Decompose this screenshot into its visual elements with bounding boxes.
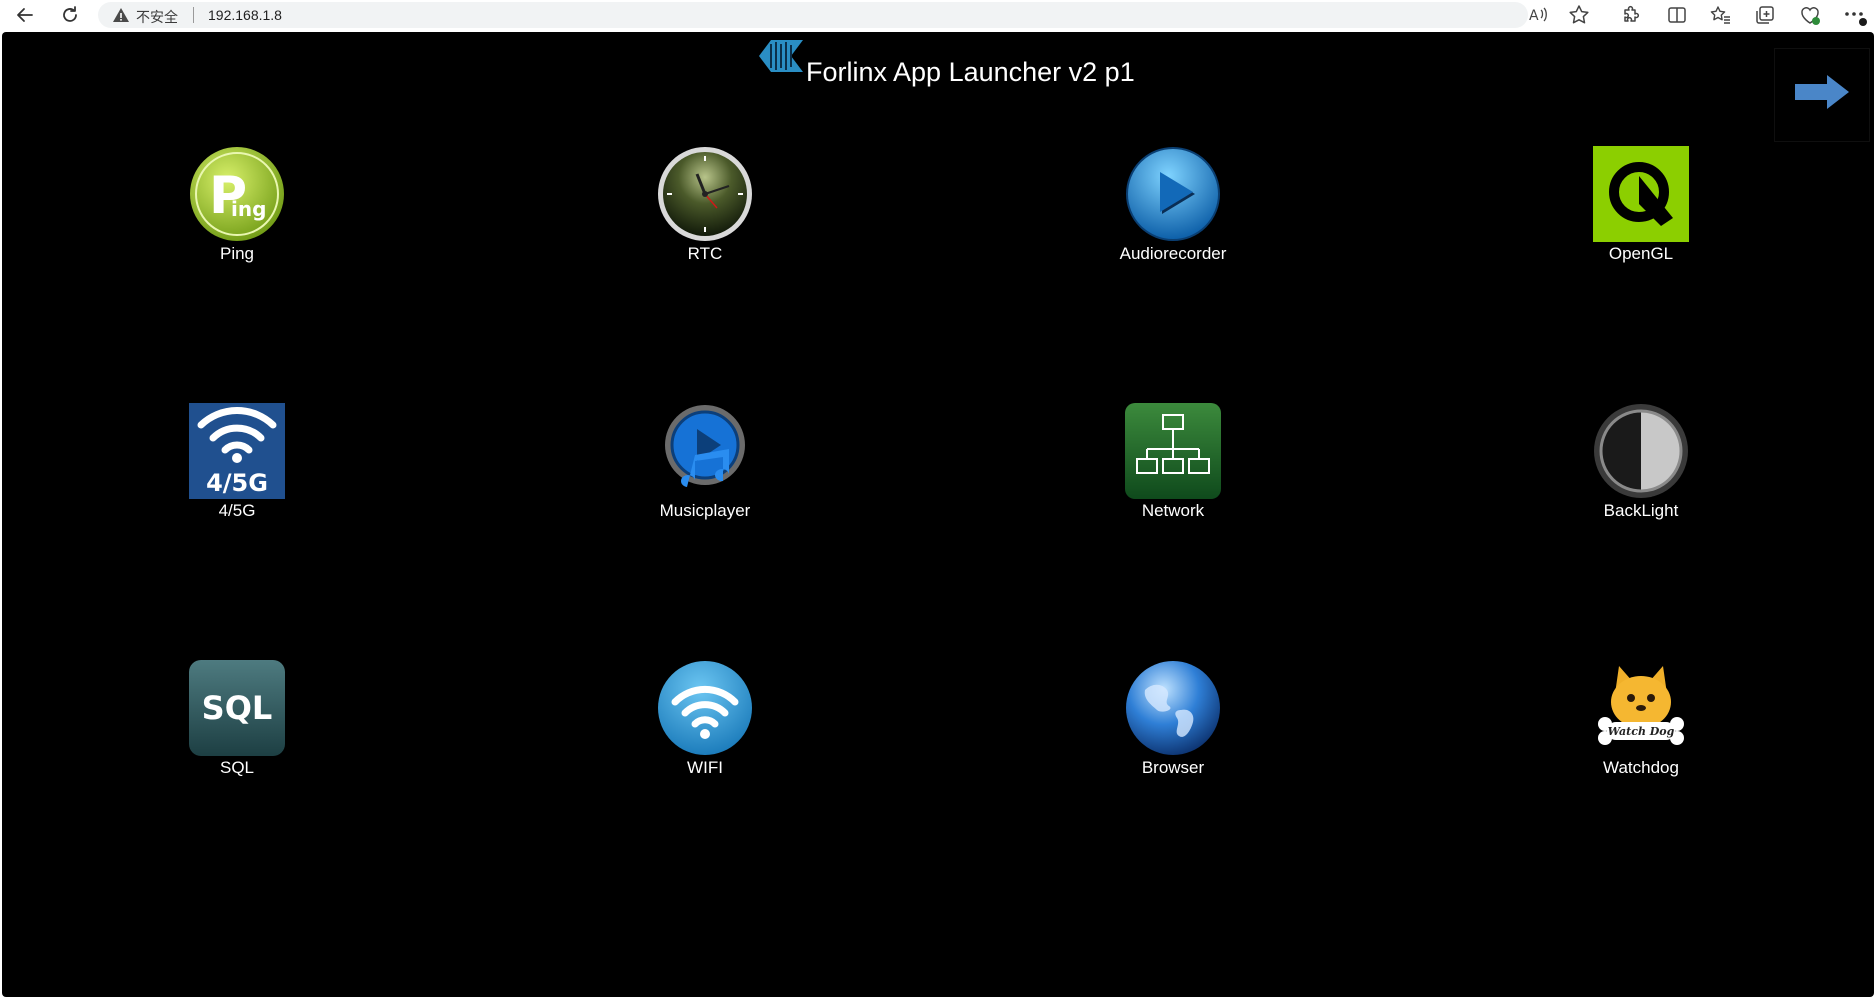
app-backlight[interactable]: BackLight	[1541, 403, 1741, 543]
app-opengl[interactable]: OpenGL	[1541, 146, 1741, 286]
not-secure-label[interactable]: 不安全	[136, 7, 178, 27]
split-screen-icon[interactable]	[1664, 2, 1690, 28]
globe-icon	[1125, 660, 1221, 756]
favorites-list-icon[interactable]	[1708, 2, 1734, 28]
next-page-button[interactable]	[1774, 48, 1870, 142]
app-ping[interactable]: P ing Ping	[137, 146, 337, 286]
app-watchdog[interactable]: Watch Dog Watchdog	[1541, 660, 1741, 800]
right-arrow-icon	[1795, 75, 1849, 109]
address-bar[interactable]: 不安全 192.168.1.8	[98, 2, 1528, 28]
page-viewport: Forlinx App Launcher v2 p1 P ing Ping RT…	[2, 32, 1874, 997]
app-label: Musicplayer	[659, 501, 751, 520]
play-icon	[1125, 146, 1221, 242]
app-browser[interactable]: Browser	[1073, 660, 1273, 800]
app-musicplayer[interactable]: Musicplayer	[605, 403, 805, 543]
app-label: 4/5G	[218, 501, 256, 520]
warning-icon[interactable]	[112, 6, 130, 24]
launcher-header: Forlinx App Launcher v2 p1	[2, 32, 1874, 122]
favorite-star-icon[interactable]	[1566, 2, 1592, 28]
browser-essentials-icon[interactable]	[1797, 2, 1823, 28]
app-label: Watchdog	[1603, 758, 1679, 777]
app-label: OpenGL	[1608, 244, 1674, 263]
app-audiorecorder[interactable]: Audiorecorder	[1073, 146, 1273, 286]
watchdog-icon-text: Watch Dog	[1608, 725, 1675, 738]
svg-text:A: A	[1529, 8, 1539, 24]
ping-icon-suffix: ing	[231, 197, 266, 221]
page-title: Forlinx App Launcher v2 p1	[806, 57, 1135, 87]
app-label: Network	[1141, 501, 1205, 520]
app-wifi[interactable]: WIFI	[605, 660, 805, 800]
forlinx-logo-icon	[757, 36, 805, 76]
url-text[interactable]: 192.168.1.8	[208, 7, 282, 23]
refresh-icon[interactable]	[57, 2, 83, 28]
app-label: BackLight	[1603, 501, 1679, 520]
wifi-icon	[657, 660, 753, 756]
signal-4-5g-icon: 4/5G	[189, 403, 285, 499]
read-aloud-icon[interactable]: A	[1525, 2, 1551, 28]
sql-icon-text: SQL	[202, 689, 273, 727]
app-label: SQL	[219, 758, 255, 777]
clock-icon	[657, 146, 753, 242]
qt-logo-icon	[1593, 146, 1689, 242]
music-player-icon	[657, 403, 753, 499]
app-label: Ping	[219, 244, 255, 263]
collections-icon[interactable]	[1752, 2, 1778, 28]
network-icon	[1125, 403, 1221, 499]
app-label: RTC	[687, 244, 723, 263]
app-sql[interactable]: SQL SQL	[137, 660, 337, 800]
notification-badge	[1859, 18, 1867, 26]
back-icon[interactable]	[12, 2, 38, 28]
ping-icon: P ing	[189, 146, 285, 242]
more-options-icon[interactable]	[1843, 4, 1867, 26]
extensions-icon[interactable]	[1617, 2, 1643, 28]
app-rtc[interactable]: RTC	[605, 146, 805, 286]
app-label: Audiorecorder	[1119, 244, 1227, 263]
address-divider	[193, 7, 194, 23]
app-4-5g[interactable]: 4/5G 4/5G	[137, 403, 337, 543]
app-label: Browser	[1141, 758, 1205, 777]
backlight-icon	[1593, 403, 1689, 499]
sql-icon: SQL	[189, 660, 285, 756]
4-5g-icon-text: 4/5G	[206, 469, 268, 497]
watchdog-icon: Watch Dog	[1593, 660, 1689, 756]
app-network[interactable]: Network	[1073, 403, 1273, 543]
browser-toolbar: 不安全 192.168.1.8 A	[0, 0, 1876, 30]
app-label: WIFI	[687, 758, 723, 777]
